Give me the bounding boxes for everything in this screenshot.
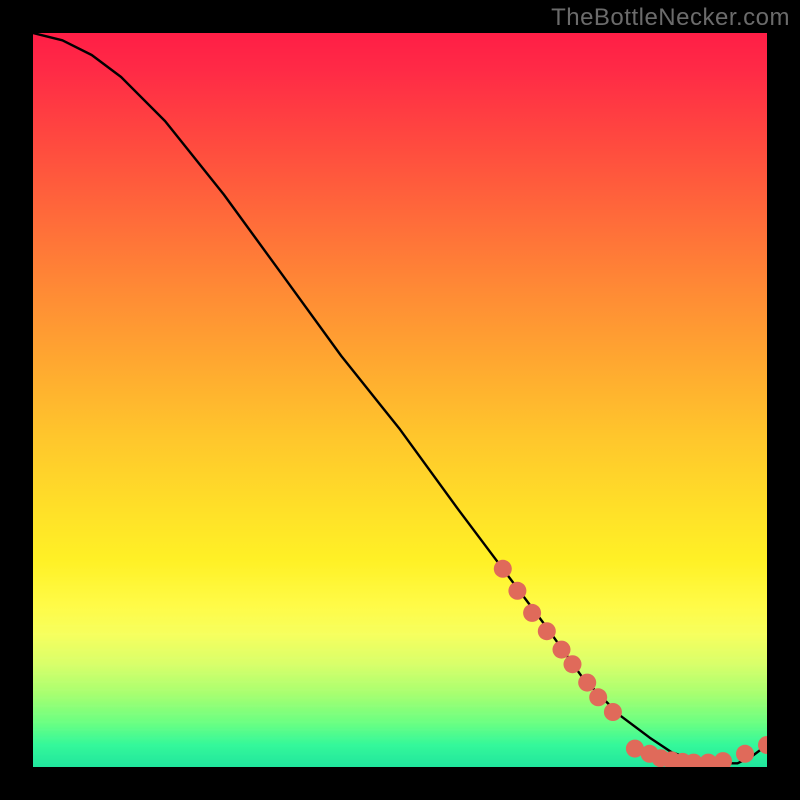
marker-dot xyxy=(538,622,556,640)
marker-dot xyxy=(589,688,607,706)
marker-dot xyxy=(604,703,622,721)
marker-dot xyxy=(523,604,541,622)
curve-path xyxy=(33,33,767,763)
marker-dot xyxy=(578,674,596,692)
marker-dot xyxy=(714,752,732,767)
chart-svg xyxy=(33,33,767,767)
marker-dot xyxy=(736,745,754,763)
marker-dot xyxy=(553,641,571,659)
marker-dot xyxy=(508,582,526,600)
chart-stage: TheBottleNecker.com xyxy=(0,0,800,800)
watermark-label: TheBottleNecker.com xyxy=(551,4,790,32)
marker-dot xyxy=(564,655,582,673)
plot-area xyxy=(33,33,767,767)
marker-dot xyxy=(494,560,512,578)
marker-group xyxy=(494,560,767,767)
